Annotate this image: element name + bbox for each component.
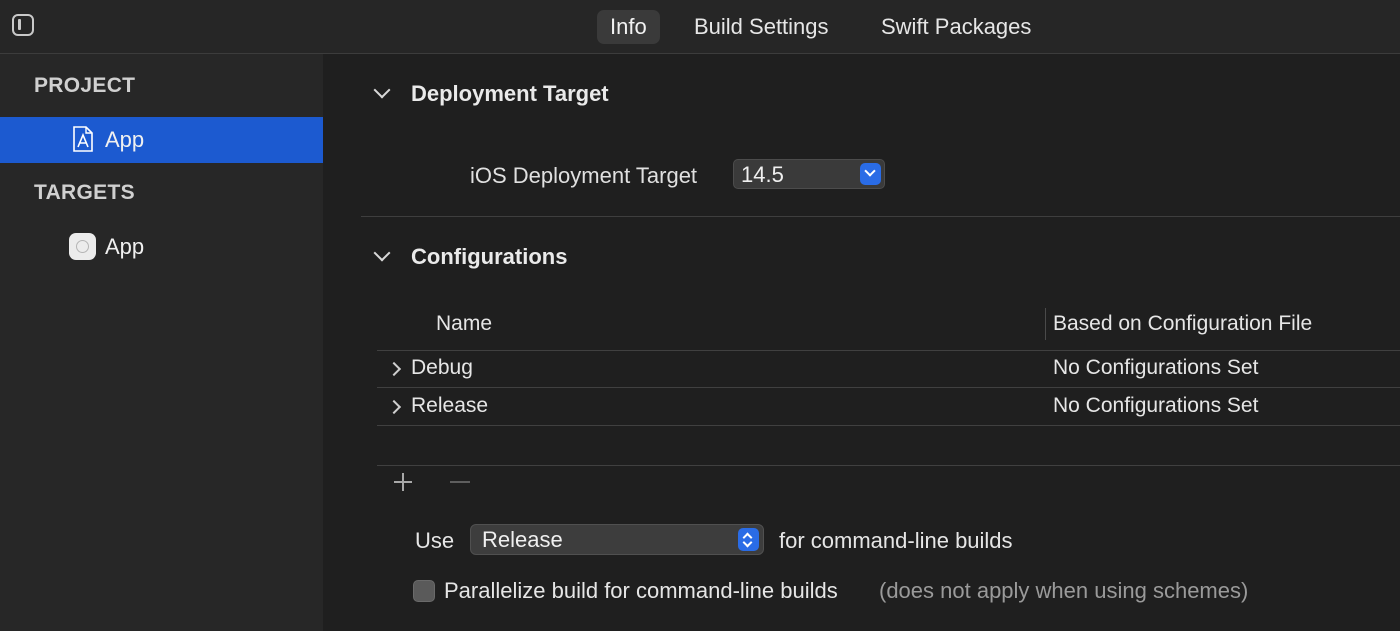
dropdown-button[interactable] (860, 163, 881, 185)
column-header-config-file[interactable]: Based on Configuration File (1053, 312, 1312, 336)
remove-configuration-button[interactable] (450, 481, 470, 483)
ios-deployment-target-select[interactable]: 14.5 (733, 159, 885, 189)
tab-swift-packages[interactable]: Swift Packages (868, 10, 1044, 44)
section-divider (361, 216, 1400, 217)
table-row[interactable]: Debug No Configurations Set (377, 351, 1400, 388)
chevron-right-icon[interactable] (386, 361, 402, 377)
row-divider (377, 425, 1400, 426)
command-line-config-select[interactable]: Release (470, 524, 764, 555)
row-divider (377, 387, 1400, 388)
project-heading: PROJECT (34, 74, 136, 97)
chevron-down-icon (742, 537, 753, 548)
popup-button[interactable] (738, 528, 759, 551)
column-separator (1045, 308, 1046, 340)
sidebar-item-target-app[interactable]: App (0, 224, 323, 270)
add-configuration-button[interactable] (394, 473, 412, 491)
command-line-config-value: Release (482, 527, 563, 552)
use-label: Use (415, 528, 455, 553)
chevron-down-icon (864, 165, 876, 177)
configurations-title: Configurations (411, 244, 568, 269)
sidebar: PROJECT App TARGETS App (0, 54, 323, 631)
parallelize-note: (does not apply when using schemes) (879, 578, 1249, 603)
deployment-target-title: Deployment Target (411, 81, 609, 106)
chevron-down-icon[interactable] (373, 244, 391, 262)
tab-info[interactable]: Info (597, 10, 660, 44)
deployment-target-value: 14.5 (741, 162, 784, 187)
app-target-icon (69, 233, 96, 260)
sidebar-toggle-icon[interactable] (12, 14, 34, 36)
parallelize-label: Parallelize build for command-line build… (444, 578, 838, 603)
toolbar: Info Build Settings Swift Packages (0, 0, 1400, 54)
tab-build-settings[interactable]: Build Settings (681, 10, 842, 44)
targets-heading: TARGETS (34, 181, 135, 204)
main-content: Deployment Target iOS Deployment Target … (323, 54, 1400, 631)
table-bottom-divider (377, 465, 1400, 466)
sidebar-item-project-app[interactable]: App (0, 117, 323, 163)
row-config-file: No Configurations Set (1053, 356, 1259, 379)
row-config-file: No Configurations Set (1053, 394, 1259, 417)
table-row[interactable]: Release No Configurations Set (377, 389, 1400, 426)
chevron-down-icon[interactable] (373, 81, 391, 99)
chevron-right-icon[interactable] (386, 399, 402, 415)
row-name: Release (411, 394, 489, 417)
parallelize-checkbox[interactable] (413, 580, 435, 602)
sidebar-item-label: App (105, 127, 145, 152)
row-name: Debug (411, 356, 473, 379)
project-file-icon (73, 126, 93, 152)
sidebar-item-label: App (105, 234, 145, 259)
use-suffix-label: for command-line builds (779, 528, 1013, 553)
column-header-name[interactable]: Name (436, 312, 492, 336)
ios-deployment-target-label: iOS Deployment Target (470, 163, 698, 188)
